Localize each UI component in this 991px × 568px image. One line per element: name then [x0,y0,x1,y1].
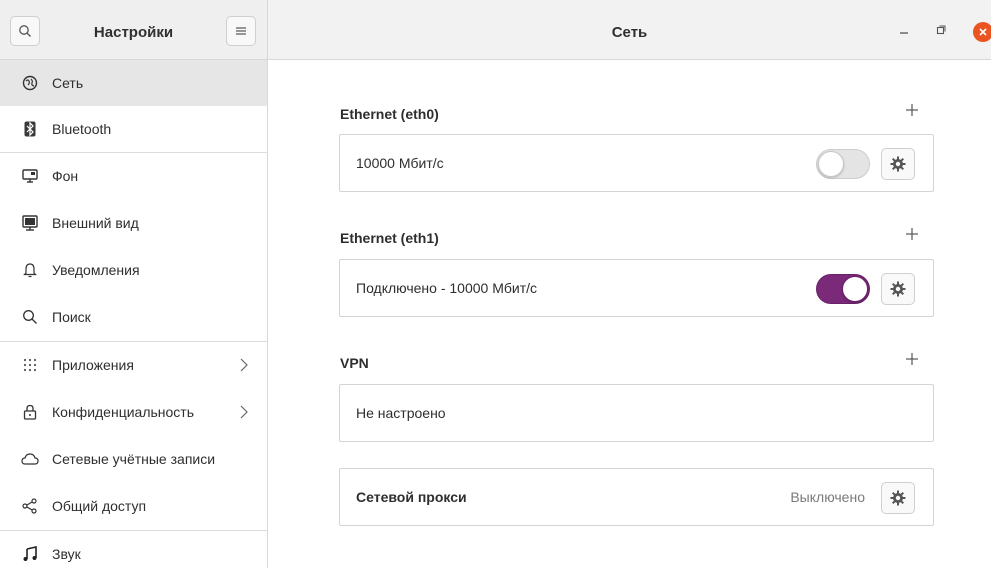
vpn-row: Не настроено [339,384,934,442]
chevron-right-icon [240,358,248,372]
sidebar-item-search[interactable]: Поиск [0,294,267,340]
chevron-right-icon [240,405,248,419]
background-monitor-icon [20,166,40,186]
sidebar-item-label: Конфиденциальность [52,404,195,420]
appearance-icon [20,213,40,233]
section-title-vpn: VPN [340,355,369,371]
proxy-row[interactable]: Сетевой прокси Выключено [339,468,934,526]
section-title-eth0: Ethernet (eth0) [340,106,439,122]
sidebar: Сеть Bluetooth Фон Внешний вид Уведомлен… [0,60,268,568]
sidebar-item-applications[interactable]: Приложения [0,342,267,388]
proxy-status: Выключено [790,489,865,505]
sidebar-item-label: Приложения [52,357,134,373]
eth0-status: 10000 Мбит/с [356,155,444,171]
sidebar-item-notifications[interactable]: Уведомления [0,247,267,293]
eth1-row: Подключено - 10000 Мбит/с [339,259,934,317]
search-icon [20,307,40,327]
close-button[interactable] [973,22,991,42]
gear-icon [890,490,906,506]
sidebar-item-online-accounts[interactable]: Сетевые учётные записи [0,436,267,482]
main-header: Сеть [268,0,991,60]
search-icon [19,25,31,37]
hamburger-menu-icon [236,27,246,35]
lock-icon [20,402,40,422]
sidebar-item-sharing[interactable]: Общий доступ [0,483,267,529]
close-icon [979,28,987,36]
sidebar-item-bluetooth[interactable]: Bluetooth [0,106,267,152]
search-button[interactable] [10,16,40,46]
eth1-toggle[interactable] [816,274,870,304]
apps-grid-icon [20,355,40,375]
bluetooth-icon [20,119,40,139]
sidebar-item-network[interactable]: Сеть [0,60,267,106]
sidebar-item-label: Общий доступ [52,498,147,514]
sidebar-item-sound[interactable]: Звук [0,531,267,568]
eth1-status: Подключено - 10000 Мбит/с [356,280,538,296]
add-eth1-button[interactable] [903,225,921,243]
page-title: Сеть [611,24,648,41]
vpn-status: Не настроено [356,405,446,421]
sidebar-item-label: Внешний вид [52,215,139,231]
sidebar-header: Настройки [0,0,268,60]
bell-icon [20,260,40,280]
sidebar-item-background[interactable]: Фон [0,153,267,199]
sidebar-item-label: Звук [52,546,81,562]
eth0-settings-button[interactable] [881,148,915,180]
eth0-row: 10000 Мбит/с [339,134,934,192]
music-note-icon [20,544,40,564]
eth0-toggle[interactable] [816,149,870,179]
maximize-icon [936,25,946,35]
sidebar-item-label: Bluetooth [52,121,112,137]
sidebar-title: Настройки [93,24,174,41]
eth1-settings-button[interactable] [881,273,915,305]
proxy-settings-button[interactable] [881,482,915,514]
sidebar-item-appearance[interactable]: Внешний вид [0,200,267,246]
toggle-knob [818,151,844,177]
sidebar-item-label: Сеть [52,75,84,91]
sidebar-item-label: Поиск [52,309,91,325]
sidebar-item-label: Сетевые учётные записи [52,451,216,467]
minimize-icon [900,32,908,34]
sidebar-item-label: Уведомления [52,262,140,278]
gear-icon [890,281,906,297]
network-globe-icon [20,73,40,93]
menu-button[interactable] [226,16,256,46]
cloud-icon [20,449,40,469]
minimize-button[interactable] [894,20,914,40]
add-vpn-button[interactable] [903,350,921,368]
maximize-button[interactable] [931,20,951,40]
proxy-label: Сетевой прокси [356,489,467,505]
gear-icon [890,156,906,172]
sidebar-item-label: Фон [52,168,79,184]
sidebar-item-privacy[interactable]: Конфиденциальность [0,389,267,435]
add-eth0-button[interactable] [903,101,921,119]
toggle-knob [842,276,868,302]
section-title-eth1: Ethernet (eth1) [340,230,439,246]
share-icon [20,496,40,516]
